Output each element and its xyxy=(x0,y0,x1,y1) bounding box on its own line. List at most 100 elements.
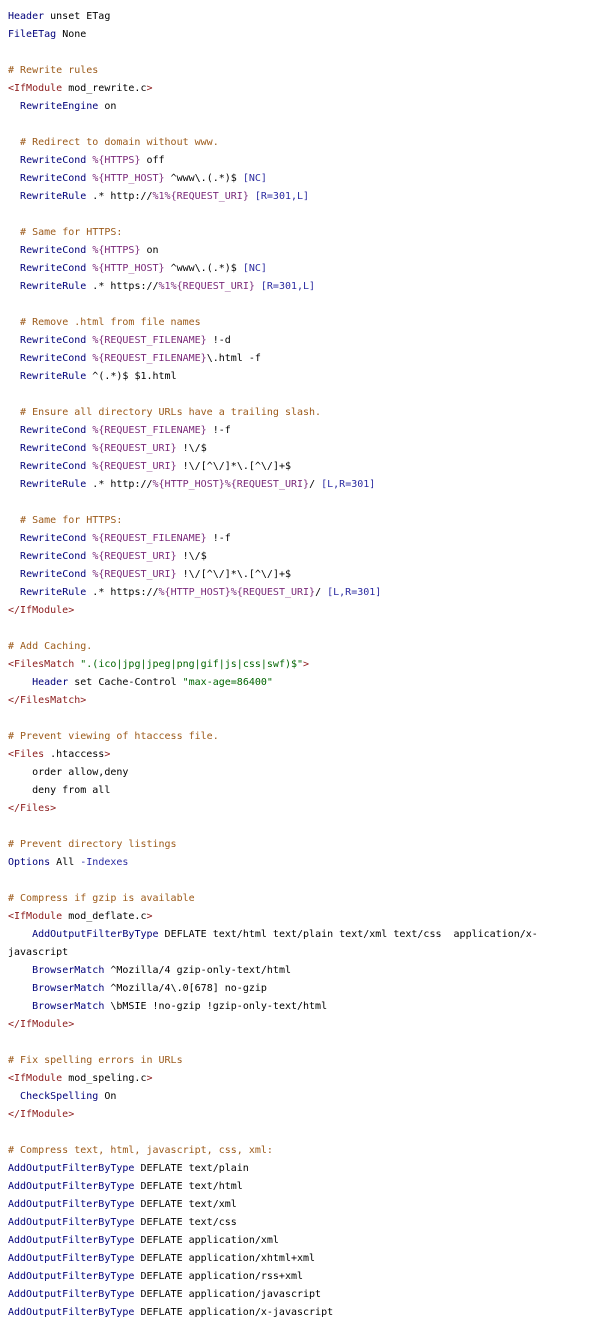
code-line: AddOutputFilterByType DEFLATE applicatio… xyxy=(8,1286,594,1304)
flag: [L,R=301] xyxy=(327,587,382,598)
code-line: RewriteRule .* http://%1%{REQUEST_URI} [… xyxy=(8,188,594,206)
directive: RewriteCond xyxy=(20,569,87,580)
text xyxy=(8,965,32,976)
text xyxy=(8,425,20,436)
directive: RewriteCond xyxy=(20,443,87,454)
code-line: RewriteCond %{HTTP_HOST} ^www\.(.*)$ [NC… xyxy=(8,260,594,278)
server-variable: %{REQUEST_FILENAME} xyxy=(92,353,207,364)
section-tag: </FilesMatch> xyxy=(8,695,87,706)
server-variable: %{REQUEST_URI} xyxy=(92,461,177,472)
text: !\/[^\/]*\.[^\/]+$ xyxy=(176,461,291,472)
text xyxy=(8,371,20,382)
code-line: RewriteCond %{REQUEST_FILENAME} !-f xyxy=(8,530,594,548)
text xyxy=(8,335,20,346)
server-variable: %{REQUEST_FILENAME} xyxy=(92,533,207,544)
text: !\/$ xyxy=(176,443,207,454)
directive: RewriteCond xyxy=(20,353,87,364)
text xyxy=(8,407,20,418)
text: DEFLATE application/rss+xml xyxy=(134,1271,304,1282)
section-tag: <IfModule xyxy=(8,1073,63,1084)
text: mod_speling.c xyxy=(62,1073,147,1084)
code-line: AddOutputFilterByType DEFLATE text/plain xyxy=(8,1160,594,1178)
code-line: javascript xyxy=(8,944,594,962)
code-line: <Files .htaccess> xyxy=(8,746,594,764)
string: "max-age=86400" xyxy=(182,677,273,688)
directive: AddOutputFilterByType xyxy=(8,1199,135,1210)
text: DEFLATE text/html text/plain text/xml te… xyxy=(158,929,538,940)
code-line: # Same for HTTPS: xyxy=(8,224,594,242)
text: ^(.*)$ $1.html xyxy=(86,371,177,382)
text: off xyxy=(140,155,165,166)
directive: RewriteRule xyxy=(20,191,87,202)
text xyxy=(8,533,20,544)
server-variable: %{REQUEST_URI} xyxy=(92,443,177,454)
text xyxy=(8,317,20,328)
code-line: FileETag None xyxy=(8,26,594,44)
text: DEFLATE application/xhtml+xml xyxy=(134,1253,316,1264)
directive: AddOutputFilterByType xyxy=(8,1181,135,1192)
server-variable: %{HTTP_HOST} xyxy=(92,263,165,274)
server-variable: %{HTTP_HOST}%{REQUEST_URI} xyxy=(158,587,316,598)
text: \.html -f xyxy=(206,353,261,364)
code-line: <IfModule mod_rewrite.c> xyxy=(8,80,594,98)
code-line: order allow,deny xyxy=(8,764,594,782)
comment: # Compress if gzip is available xyxy=(8,893,195,904)
code-line: Header set Cache-Control "max-age=86400" xyxy=(8,674,594,692)
directive: AddOutputFilterByType xyxy=(8,1235,135,1246)
comment: # Prevent directory listings xyxy=(8,839,177,850)
code-line: RewriteEngine on xyxy=(8,98,594,116)
text: order allow,deny xyxy=(8,767,129,778)
code-line: RewriteCond %{REQUEST_FILENAME}\.html -f xyxy=(8,350,594,368)
htaccess-code-listing: Header unset ETag FileETag None # Rewrite … xyxy=(8,8,594,1322)
directive: AddOutputFilterByType xyxy=(8,1271,135,1282)
directive: RewriteCond xyxy=(20,173,87,184)
directive: BrowserMatch xyxy=(32,965,105,976)
text: !-f xyxy=(206,533,231,544)
text: All xyxy=(50,857,81,868)
section-tag: </Files> xyxy=(8,803,57,814)
flag: [R=301,L] xyxy=(260,281,316,292)
text xyxy=(8,479,20,490)
text xyxy=(8,515,20,526)
text: DEFLATE application/x-javascript xyxy=(134,1307,334,1318)
text xyxy=(8,1091,20,1102)
text: \bMSIE !no-gzip !gzip-only-text/html xyxy=(104,1001,328,1012)
code-line: AddOutputFilterByType DEFLATE text/css xyxy=(8,1214,594,1232)
text: javascript xyxy=(8,947,69,958)
section-tag: </IfModule> xyxy=(8,1019,75,1030)
text xyxy=(8,677,32,688)
code-line: RewriteCond %{REQUEST_FILENAME} !-f xyxy=(8,422,594,440)
text: mod_rewrite.c xyxy=(62,83,147,94)
directive: AddOutputFilterByType xyxy=(8,1217,135,1228)
text: DEFLATE text/css xyxy=(134,1217,237,1228)
text xyxy=(8,281,20,292)
text xyxy=(8,263,20,274)
code-line: BrowserMatch ^Mozilla/4 gzip-only-text/h… xyxy=(8,962,594,980)
directive: RewriteCond xyxy=(20,335,87,346)
text: !\/[^\/]*\.[^\/]+$ xyxy=(176,569,291,580)
directive: RewriteCond xyxy=(20,245,87,256)
code-line: # Rewrite rules xyxy=(8,62,594,80)
text xyxy=(8,227,20,238)
text: on xyxy=(140,245,159,256)
code-line: <IfModule mod_speling.c> xyxy=(8,1070,594,1088)
comment: # Same for HTTPS: xyxy=(20,227,123,238)
server-variable: %1%{REQUEST_URI} xyxy=(152,191,249,202)
text xyxy=(8,461,20,472)
text xyxy=(8,983,32,994)
comment: # Redirect to domain without www. xyxy=(20,137,219,148)
server-variable: %{REQUEST_FILENAME} xyxy=(92,425,207,436)
code-line: # Prevent viewing of htaccess file. xyxy=(8,728,594,746)
comment: # Remove .html from file names xyxy=(20,317,201,328)
code-line: # Ensure all directory URLs have a trail… xyxy=(8,404,594,422)
directive: AddOutputFilterByType xyxy=(8,1289,135,1300)
text: DEFLATE text/plain xyxy=(134,1163,249,1174)
text: On xyxy=(98,1091,117,1102)
section-tag: <FilesMatch xyxy=(8,659,75,670)
server-variable: %{REQUEST_URI} xyxy=(92,551,177,562)
